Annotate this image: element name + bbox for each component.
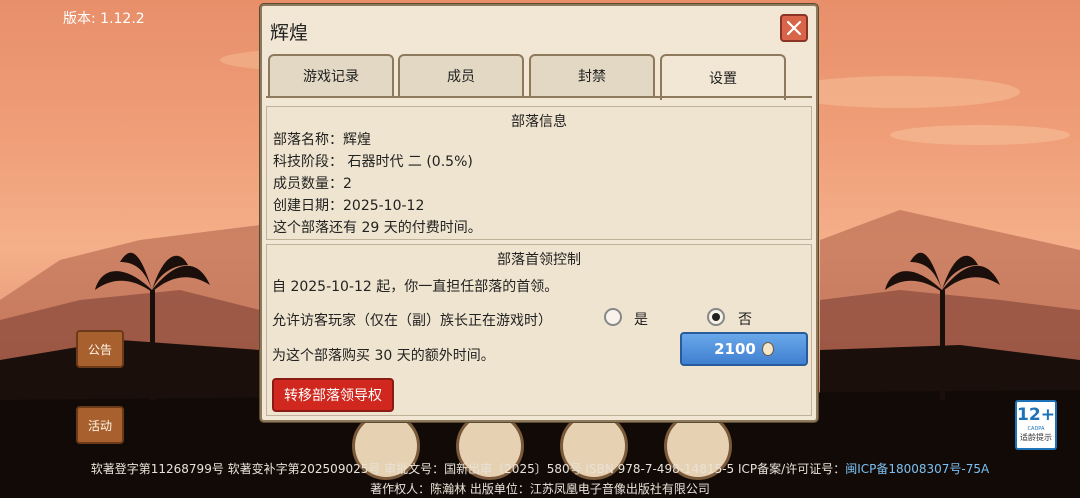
buy-time-label: 为这个部落购买 30 天的额外时间。: [272, 348, 495, 364]
paid-time: 这个部落还有 29 天的付费时间。: [273, 220, 482, 236]
footer-publisher-line: 著作权人：陈瀚林 出版单位：江苏凤凰电子音像出版社有限公司: [370, 482, 710, 496]
notice-button[interactable]: 公告: [74, 330, 126, 368]
age-rating: 12+: [1017, 405, 1055, 425]
version-label: 版本: 1.12.2: [63, 11, 145, 27]
tribe-info-section: 部落信息 部落名称：辉煌 科技阶段： 石器时代 二 (0.5%) 成员数量：2 …: [266, 106, 812, 240]
tab-game-log[interactable]: 游戏记录: [268, 54, 394, 96]
close-button[interactable]: [780, 14, 808, 42]
tab-settings[interactable]: 设置: [660, 54, 786, 100]
tribe-info-title: 部落信息: [511, 114, 567, 130]
visitors-yes-label: 是: [634, 312, 648, 328]
tribe-name: 部落名称：辉煌: [273, 132, 371, 148]
tech-stage: 科技阶段： 石器时代 二 (0.5%): [273, 154, 473, 170]
visitors-no-radio[interactable]: [707, 308, 725, 326]
footer-license-text: 软著登字第11268799号 软著变补字第202509025号 审批文号：国新出…: [90, 462, 846, 476]
tab-bans[interactable]: 封禁: [529, 54, 655, 96]
settings-panel: 部落信息 部落名称：辉煌 科技阶段： 石器时代 二 (0.5%) 成员数量：2 …: [266, 96, 812, 416]
coin-icon: [761, 342, 774, 356]
leader-control-title: 部落首领控制: [497, 252, 581, 268]
member-count: 成员数量：2: [273, 176, 352, 192]
event-button[interactable]: 活动: [74, 406, 126, 444]
transfer-leadership-button[interactable]: 转移部落领导权: [272, 378, 394, 412]
notice-label: 公告: [76, 330, 124, 368]
buy-price: 2100: [714, 340, 756, 358]
visitors-no-label: 否: [738, 312, 752, 328]
visitors-yes-radio[interactable]: [604, 308, 622, 326]
icp-link[interactable]: 闽ICP备18008307号-75A: [845, 462, 989, 476]
allow-visitors-label: 允许访客玩家（仅在（副）族长正在游戏时）: [272, 313, 552, 329]
buy-time-button[interactable]: 2100: [680, 332, 808, 366]
leader-since: 自 2025-10-12 起，你一直担任部落的首领。: [272, 279, 559, 295]
close-icon: [786, 20, 802, 36]
age-rating-label: 适龄提示: [1020, 433, 1052, 442]
event-label: 活动: [76, 406, 124, 444]
footer-license-line: 软著登字第11268799号 软著变补字第202509025号 审批文号：国新出…: [0, 460, 1080, 477]
dialog-title: 辉煌: [270, 22, 309, 44]
tab-members[interactable]: 成员: [398, 54, 524, 96]
created-date: 创建日期：2025-10-12: [273, 198, 425, 214]
age-rating-badge: 12+ CADPA 适龄提示: [1015, 400, 1057, 450]
tribe-dialog: 辉煌 游戏记录 成员 封禁 设置 部落信息 部落名称：辉煌 科技阶段： 石器时代…: [260, 4, 818, 422]
